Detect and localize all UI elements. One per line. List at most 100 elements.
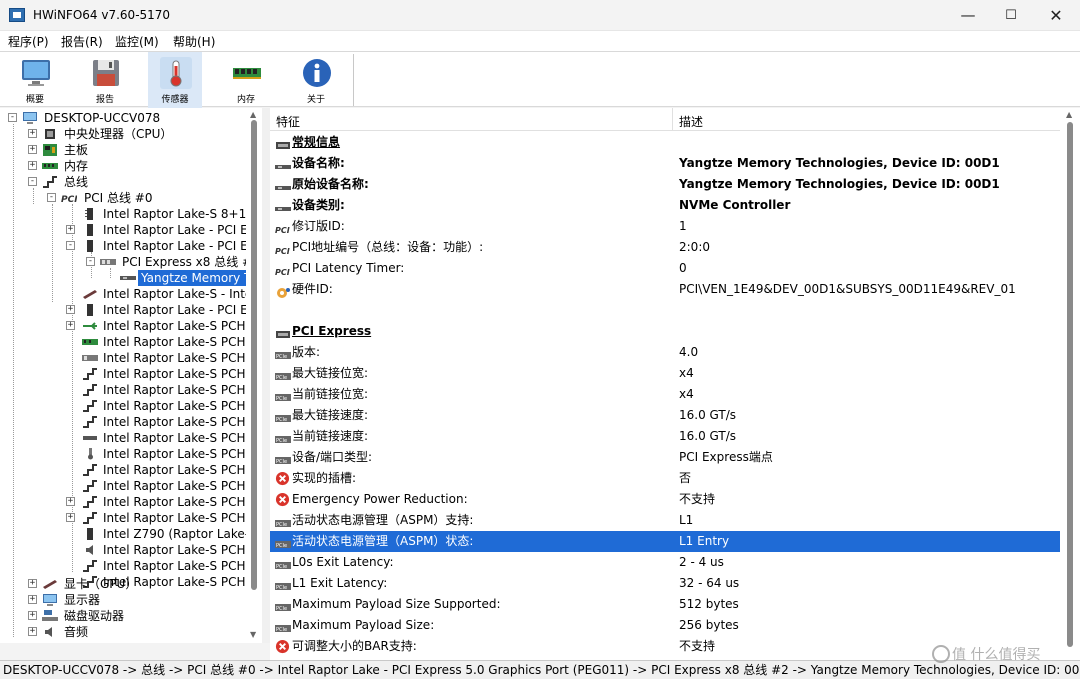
tree-node-label: Intel Raptor Lake-S PCH - bbox=[103, 543, 254, 557]
expand-toggle[interactable]: + bbox=[66, 513, 75, 522]
expand-toggle[interactable]: + bbox=[66, 321, 75, 330]
details-row[interactable]: 原始设备名称: Yangtze Memory Technologies, Devi… bbox=[270, 174, 1060, 195]
details-row[interactable]: PCIe Maximum Payload Size: 256 bytes bbox=[270, 615, 1060, 636]
close-button[interactable]: ✕ bbox=[1033, 0, 1079, 31]
tree-node-label: Intel Raptor Lake - PCI Ex bbox=[103, 239, 255, 253]
expand-toggle[interactable]: + bbox=[28, 579, 37, 588]
report-button[interactable]: 报告 bbox=[78, 52, 132, 108]
details-row[interactable]: PCIe 设备/端口类型: PCI Express端点 bbox=[270, 447, 1060, 468]
details-row[interactable]: 硬件ID: PCI\VEN_1E49&DEV_00D1&SUBSYS_00D11E… bbox=[270, 279, 1060, 300]
minimize-button[interactable]: — bbox=[945, 0, 991, 31]
details-row[interactable]: PCIe 当前链接速度: 16.0 GT/s bbox=[270, 426, 1060, 447]
details-section-row[interactable]: 常规信息 bbox=[270, 132, 1060, 153]
expand-toggle[interactable]: + bbox=[66, 225, 75, 234]
details-row[interactable]: PCIe 最大链接位宽: x4 bbox=[270, 363, 1060, 384]
summary-button[interactable]: 概要 bbox=[8, 52, 62, 108]
error-icon bbox=[275, 471, 290, 486]
details-row[interactable]: 实现的插槽: 否 bbox=[270, 468, 1060, 489]
feature-value: PCI\VEN_1E49&DEV_00D1&SUBSYS_00D11E49&RE… bbox=[679, 282, 1016, 296]
speaker-icon bbox=[45, 627, 52, 637]
tree-node-label: 主板 bbox=[64, 143, 89, 157]
column-header-feature[interactable]: 特征 bbox=[276, 113, 300, 130]
chip-icon bbox=[87, 528, 93, 540]
feature-value: 不支持 bbox=[679, 639, 716, 653]
details-row[interactable]: PCIe 最大链接速度: 16.0 GT/s bbox=[270, 405, 1060, 426]
maximize-button[interactable]: ☐ bbox=[988, 0, 1034, 31]
tree-node-label: 显示器 bbox=[64, 593, 101, 607]
tree-scroll-thumb[interactable] bbox=[251, 120, 257, 590]
watermark: 值 什么值得买 bbox=[952, 647, 1041, 663]
title-bar: HWiNFO64 v7.60-5170 — ☐ ✕ bbox=[0, 0, 1080, 31]
pcie-icon: PCIe bbox=[275, 557, 291, 570]
pcie-icon: PCIe bbox=[275, 452, 291, 465]
menu-report[interactable]: 报告(R) bbox=[61, 33, 103, 50]
thermometer-icon bbox=[160, 57, 192, 89]
details-row[interactable]: 设备类别: NVMe Controller bbox=[270, 195, 1060, 216]
details-row[interactable]: Emergency Power Reduction: 不支持 bbox=[270, 489, 1060, 510]
column-separator[interactable] bbox=[672, 108, 673, 131]
tree-node-label: 显卡（GPU） bbox=[64, 577, 138, 591]
details-scrollbar[interactable]: ▲ bbox=[1060, 108, 1080, 660]
details-row[interactable]: 设备名称: Yangtze Memory Technologies, Device… bbox=[270, 153, 1060, 174]
expand-toggle[interactable]: + bbox=[66, 305, 75, 314]
chip-icon bbox=[87, 304, 93, 316]
feature-value: 否 bbox=[679, 471, 692, 485]
nvme-icon bbox=[120, 276, 136, 280]
tree-node-label: Intel Raptor Lake-S PCH - bbox=[103, 447, 254, 461]
menu-help[interactable]: 帮助(H) bbox=[173, 33, 215, 50]
expand-toggle[interactable]: + bbox=[28, 129, 37, 138]
about-button[interactable]: 关于 bbox=[289, 52, 343, 108]
expand-toggle[interactable]: + bbox=[28, 627, 37, 636]
details-section-row[interactable]: PCI Express bbox=[270, 321, 1060, 342]
details-row[interactable]: PCIe L0s Exit Latency: 2 - 4 us bbox=[270, 552, 1060, 573]
scroll-down-arrow-icon[interactable]: ▼ bbox=[250, 630, 256, 639]
device-icon bbox=[275, 158, 291, 169]
expand-toggle[interactable]: + bbox=[28, 145, 37, 154]
menu-monitor[interactable]: 监控(M) bbox=[115, 33, 159, 50]
expand-toggle[interactable]: + bbox=[28, 595, 37, 604]
scroll-up-arrow-icon[interactable]: ▲ bbox=[250, 110, 256, 119]
feature-label: 最大链接速度: bbox=[292, 408, 369, 422]
tree-scrollbar[interactable]: ▲ ▼ bbox=[246, 108, 262, 643]
details-row[interactable]: PCI 修订版ID: 1 bbox=[270, 216, 1060, 237]
tree-node-label: Intel Raptor Lake - PCI Ex bbox=[103, 223, 255, 237]
memory-button[interactable]: 内存 bbox=[219, 52, 273, 108]
collapse-toggle[interactable]: - bbox=[66, 241, 75, 250]
details-row[interactable]: PCIe L1 Exit Latency: 32 - 64 us bbox=[270, 573, 1060, 594]
sensors-button[interactable]: 传感器 bbox=[148, 52, 202, 108]
details-row[interactable]: PCIe 版本: 4.0 bbox=[270, 342, 1060, 363]
collapse-toggle[interactable]: - bbox=[8, 113, 17, 122]
collapse-toggle[interactable]: - bbox=[86, 257, 95, 266]
details-row[interactable]: PCIe 当前链接位宽: x4 bbox=[270, 384, 1060, 405]
expand-toggle[interactable]: + bbox=[28, 611, 37, 620]
scroll-up-arrow-icon[interactable]: ▲ bbox=[1066, 110, 1072, 119]
details-row[interactable]: PCIe 活动状态电源管理（ASPM）状态: L1 Entry bbox=[270, 531, 1060, 552]
tree-node-label: Intel Raptor Lake-S PCH - bbox=[103, 351, 254, 365]
svg-text:PCIe: PCIe bbox=[276, 543, 287, 549]
tree-node-label: 中央处理器（CPU） bbox=[64, 127, 173, 141]
window-title: HWiNFO64 v7.60-5170 bbox=[33, 8, 171, 22]
details-row[interactable]: PCI PCI地址编号（总线：设备：功能）: 2:0:0 bbox=[270, 237, 1060, 258]
feature-label: 修订版ID: bbox=[292, 219, 345, 233]
pci-icon: PCI bbox=[275, 263, 291, 277]
details-row[interactable]: PCIe Maximum Payload Size Supported: 512 b… bbox=[270, 594, 1060, 615]
details-row bbox=[270, 300, 1060, 321]
tree-node-label: 音频 bbox=[64, 625, 89, 639]
pane-splitter[interactable] bbox=[262, 108, 270, 643]
tree-node-label: Intel Raptor Lake-S PCH - bbox=[103, 495, 254, 509]
collapse-toggle[interactable]: - bbox=[28, 177, 37, 186]
chip-icon bbox=[87, 224, 93, 236]
menu-program[interactable]: 程序(P) bbox=[8, 33, 49, 50]
bus-icon bbox=[83, 400, 97, 412]
toolbar-label: 传感器 bbox=[161, 95, 189, 105]
gpu-icon bbox=[43, 580, 57, 589]
details-row[interactable]: PCI PCI Latency Timer: 0 bbox=[270, 258, 1060, 279]
details-row[interactable]: PCIe 活动状态电源管理（ASPM）支持: L1 bbox=[270, 510, 1060, 531]
column-header-value[interactable]: 描述 bbox=[679, 113, 703, 130]
expand-toggle[interactable]: + bbox=[28, 161, 37, 170]
expand-toggle[interactable]: + bbox=[66, 497, 75, 506]
collapse-toggle[interactable]: - bbox=[47, 193, 56, 202]
details-scroll-thumb[interactable] bbox=[1067, 122, 1073, 647]
bus-icon bbox=[83, 368, 97, 380]
thermometer-icon bbox=[88, 448, 93, 460]
